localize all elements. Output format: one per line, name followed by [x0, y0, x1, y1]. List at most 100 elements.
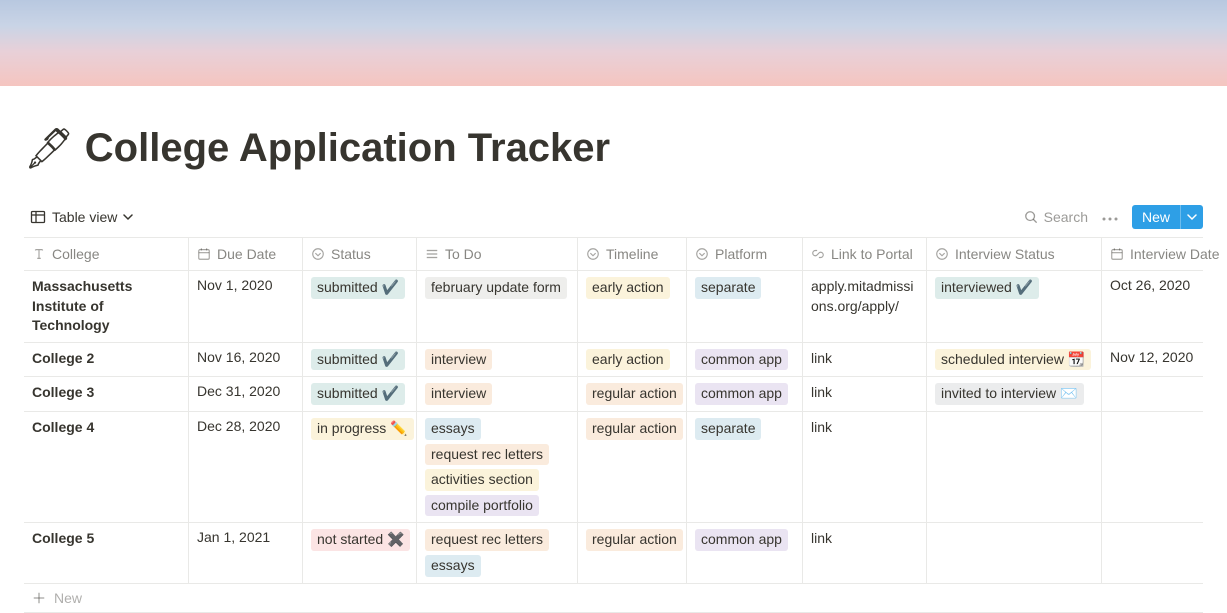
cell-todo[interactable]: interview: [417, 377, 578, 411]
cell-interview-status[interactable]: [927, 412, 1102, 522]
cell-due-date[interactable]: Jan 1, 2021: [189, 523, 303, 582]
cell-platform[interactable]: separate: [687, 271, 803, 342]
tag: regular action: [586, 383, 683, 405]
search-icon: [1024, 210, 1038, 224]
select-property-icon: [311, 247, 325, 261]
cell-link[interactable]: link: [803, 523, 927, 582]
cell-link[interactable]: link: [803, 377, 927, 411]
table-header-row: College Due Date Status To Do Timeline P…: [24, 238, 1203, 271]
column-header-interview-status[interactable]: Interview Status: [927, 238, 1102, 270]
tag: regular action: [586, 529, 683, 551]
cell-interview-date[interactable]: [1102, 377, 1227, 411]
tag: common app: [695, 529, 788, 551]
tag: submitted ✔️: [311, 349, 405, 371]
cell-due-date[interactable]: Nov 16, 2020: [189, 343, 303, 377]
column-header-timeline[interactable]: Timeline: [578, 238, 687, 270]
tag: invited to interview ✉️: [935, 383, 1084, 405]
cell-link[interactable]: link: [803, 343, 927, 377]
tag: activities section: [425, 469, 539, 491]
select-property-icon: [695, 247, 709, 261]
tag: regular action: [586, 418, 683, 440]
cell-interview-status[interactable]: interviewed ✔️: [927, 271, 1102, 342]
cell-link[interactable]: apply.mitadmissions.org/apply/: [803, 271, 927, 342]
tag: scheduled interview 📆: [935, 349, 1091, 371]
cell-due-date[interactable]: Dec 31, 2020: [189, 377, 303, 411]
cell-todo[interactable]: interview: [417, 343, 578, 377]
cell-platform[interactable]: common app: [687, 523, 803, 582]
dots-icon: [1102, 208, 1118, 225]
column-header-due-date[interactable]: Due Date: [189, 238, 303, 270]
table-icon: [30, 209, 46, 225]
cell-timeline[interactable]: early action: [578, 343, 687, 377]
view-switcher[interactable]: Table view: [24, 205, 139, 229]
new-button-dropdown[interactable]: [1180, 205, 1203, 229]
date-property-icon: [197, 247, 211, 261]
tag: interviewed ✔️: [935, 277, 1039, 299]
cell-timeline[interactable]: regular action: [578, 412, 687, 522]
cell-todo[interactable]: request rec lettersessays: [417, 523, 578, 582]
tag: essays: [425, 418, 481, 440]
cell-timeline[interactable]: regular action: [578, 377, 687, 411]
select-property-icon: [586, 247, 600, 261]
chevron-down-icon: [123, 212, 133, 222]
cell-college[interactable]: College 2: [24, 343, 189, 377]
cell-interview-status[interactable]: invited to interview ✉️: [927, 377, 1102, 411]
cell-platform[interactable]: common app: [687, 377, 803, 411]
column-header-interview-date[interactable]: Interview Date: [1102, 238, 1227, 270]
column-header-todo[interactable]: To Do: [417, 238, 578, 270]
column-header-platform[interactable]: Platform: [687, 238, 803, 270]
tag: common app: [695, 349, 788, 371]
cell-college[interactable]: College 5: [24, 523, 189, 582]
cell-status[interactable]: submitted ✔️: [303, 271, 417, 342]
cell-platform[interactable]: common app: [687, 343, 803, 377]
table-row: Massachusetts Institute of TechnologyNov…: [24, 271, 1203, 343]
cell-todo[interactable]: february update form: [417, 271, 578, 342]
tag: compile portfolio: [425, 495, 539, 517]
tag: submitted ✔️: [311, 383, 405, 405]
cell-due-date[interactable]: Nov 1, 2020: [189, 271, 303, 342]
column-header-link[interactable]: Link to Portal: [803, 238, 927, 270]
cell-college[interactable]: College 3: [24, 377, 189, 411]
cell-status[interactable]: submitted ✔️: [303, 343, 417, 377]
text-property-icon: [32, 247, 46, 261]
table-row: College 4Dec 28, 2020in progress ✏️essay…: [24, 412, 1203, 523]
cell-timeline[interactable]: early action: [578, 271, 687, 342]
add-row-button[interactable]: New: [24, 584, 1203, 613]
cell-interview-date[interactable]: [1102, 523, 1227, 582]
table-row: College 5Jan 1, 2021not started ✖️reques…: [24, 523, 1203, 583]
view-label: Table view: [52, 209, 117, 225]
cell-college[interactable]: Massachusetts Institute of Technology: [24, 271, 189, 342]
cell-status[interactable]: submitted ✔️: [303, 377, 417, 411]
column-header-status[interactable]: Status: [303, 238, 417, 270]
plus-icon: [32, 591, 46, 605]
cell-interview-date[interactable]: Nov 12, 2020: [1102, 343, 1227, 377]
more-options-button[interactable]: [1098, 206, 1122, 228]
cell-status[interactable]: in progress ✏️: [303, 412, 417, 522]
cell-due-date[interactable]: Dec 28, 2020: [189, 412, 303, 522]
cell-timeline[interactable]: regular action: [578, 523, 687, 582]
tag: february update form: [425, 277, 567, 299]
cell-college[interactable]: College 4: [24, 412, 189, 522]
table-row: College 2Nov 16, 2020 submitted ✔️ intervi…: [24, 343, 1203, 378]
cell-status[interactable]: not started ✖️: [303, 523, 417, 582]
cell-interview-date[interactable]: Oct 26, 2020: [1102, 271, 1227, 342]
new-button[interactable]: New: [1132, 205, 1180, 229]
page-icon[interactable]: 🖋: [24, 129, 75, 169]
chevron-down-icon: [1187, 212, 1197, 222]
cell-todo[interactable]: essays request rec letters activities sect…: [417, 412, 578, 522]
cell-platform[interactable]: separate: [687, 412, 803, 522]
column-header-college[interactable]: College: [24, 238, 189, 270]
database-table: College Due Date Status To Do Timeline P…: [24, 237, 1203, 613]
tag: early action: [586, 349, 670, 371]
cell-interview-status[interactable]: [927, 523, 1102, 582]
url-property-icon: [811, 247, 825, 261]
cell-interview-date[interactable]: [1102, 412, 1227, 522]
add-row-label: New: [54, 590, 82, 606]
page-title[interactable]: College Application Tracker: [85, 126, 610, 171]
search-button[interactable]: Search: [1024, 209, 1088, 225]
tag: request rec letters: [425, 444, 549, 466]
cell-interview-status[interactable]: scheduled interview 📆: [927, 343, 1102, 377]
multiselect-property-icon: [425, 247, 439, 261]
cell-link[interactable]: link: [803, 412, 927, 522]
tag: separate: [695, 418, 761, 440]
